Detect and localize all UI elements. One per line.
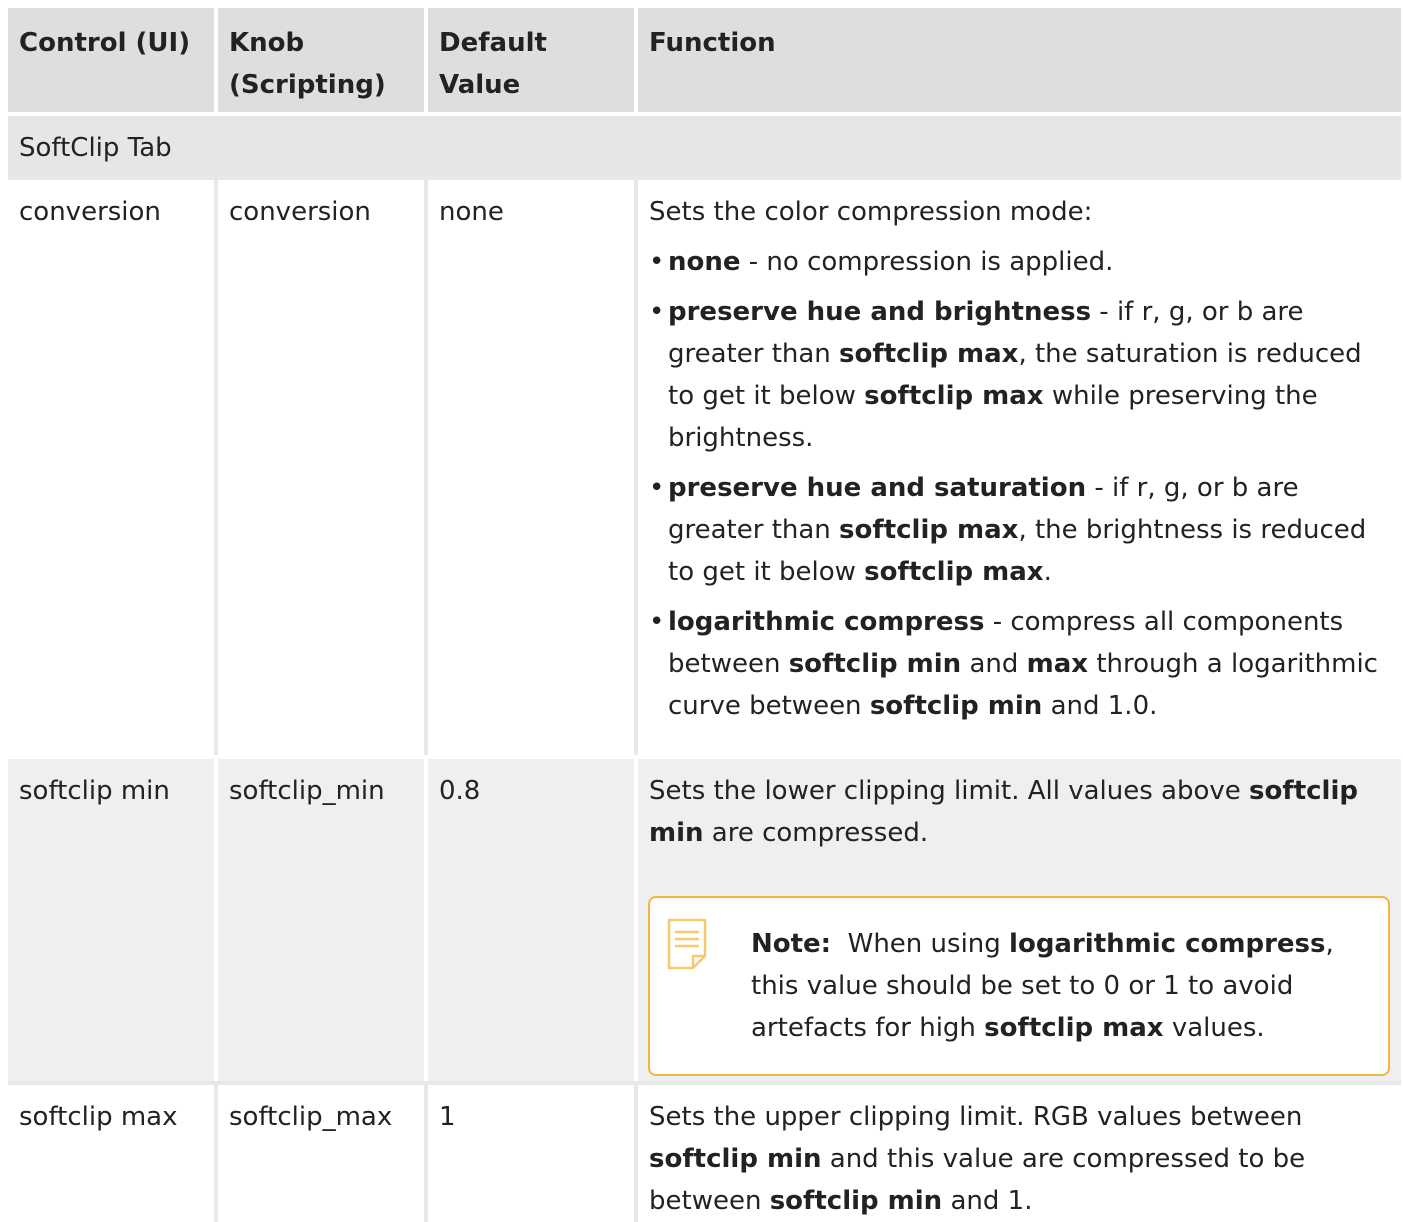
header-knob: Knob (Scripting)	[218, 8, 428, 112]
cell-control: conversion	[8, 176, 218, 755]
cell-default: none	[428, 176, 638, 755]
list-item: • preserve hue and saturation - if r, g, …	[649, 467, 1391, 593]
note-text: Note: When using logarithmic compress, t…	[751, 929, 1334, 1043]
table-header-row: Control (UI) Knob (Scripting) Default Valu…	[8, 8, 1401, 112]
cell-control: softclip min	[8, 755, 218, 1081]
note-box: Note: When using logarithmic compress, t…	[648, 896, 1390, 1076]
list-item: • preserve hue and brightness - if r, g, …	[649, 291, 1391, 459]
function-text: Sets the lower clipping limit. All value…	[649, 776, 1358, 848]
list-item: • none - no compression is applied.	[649, 241, 1391, 283]
cell-knob: conversion	[218, 176, 428, 755]
parameter-table: Control (UI) Knob (Scripting) Default Valu…	[8, 8, 1401, 1222]
table-row: softclip min softclip_min 0.8 Sets the l…	[8, 755, 1401, 1081]
bullet-icon: •	[649, 473, 665, 503]
cell-function: Sets the color compression mode: • none -…	[638, 176, 1401, 755]
table-row: conversion conversion none Sets the colo…	[8, 176, 1401, 755]
cell-function: Sets the lower clipping limit. All value…	[638, 755, 1401, 1081]
section-label: SoftClip Tab	[8, 112, 1401, 176]
cell-default: 0.8	[428, 755, 638, 1081]
header-control: Control (UI)	[8, 8, 218, 112]
function-intro: Sets the color compression mode:	[649, 197, 1093, 227]
note-page-icon	[667, 918, 707, 970]
list-item: • logarithmic compress - compress all com…	[649, 601, 1391, 727]
note-label: Note:	[751, 929, 832, 959]
bullet-icon: •	[649, 247, 665, 277]
function-text: Sets the upper clipping limit. RGB value…	[649, 1102, 1306, 1216]
bullet-icon: •	[649, 297, 665, 327]
header-default-value: Default Value	[428, 8, 638, 112]
header-function: Function	[638, 8, 1401, 112]
bullet-icon: •	[649, 607, 665, 637]
mode-list: • none - no compression is applied. • pres…	[649, 241, 1391, 727]
cell-knob: softclip_min	[218, 755, 428, 1081]
section-row: SoftClip Tab	[8, 112, 1401, 176]
